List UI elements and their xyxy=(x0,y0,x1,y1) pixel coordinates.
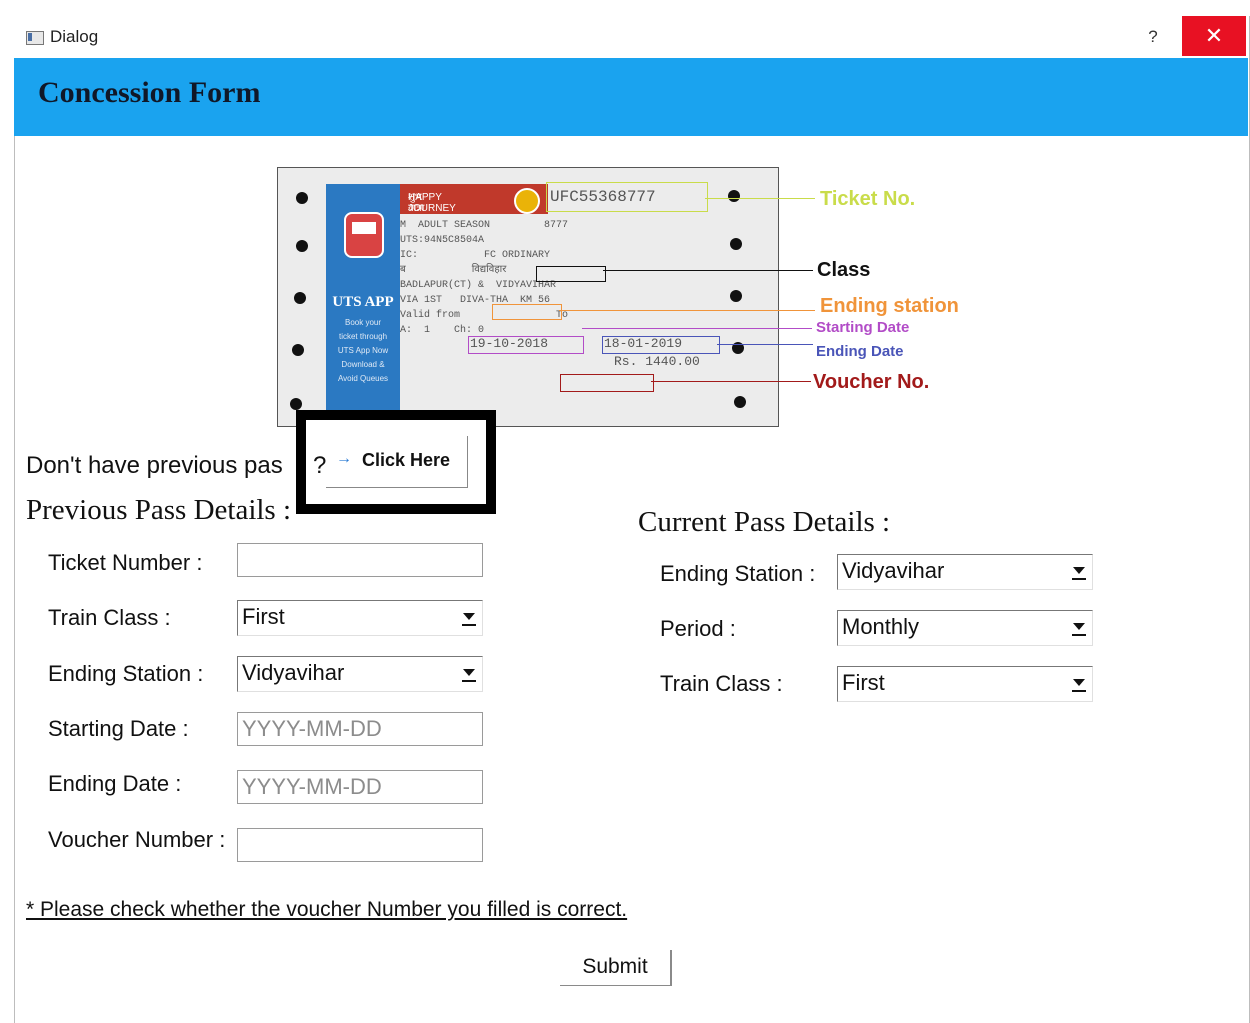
ticket-no-highlight xyxy=(546,182,708,212)
punch-hole xyxy=(296,240,308,252)
prev-ending-station-label: Ending Station : xyxy=(48,661,204,686)
click-here-label: Click Here xyxy=(362,450,451,470)
cur-train-class-value: First xyxy=(842,670,885,695)
fare-text: Rs. 1440.00 xyxy=(614,354,700,369)
period-value: Monthly xyxy=(842,614,920,639)
cur-train-class-select[interactable]: First xyxy=(837,666,1093,702)
voucher-number-label: Voucher Number : xyxy=(48,827,226,852)
voucher-callout-line xyxy=(651,381,811,382)
ticket-example-image: UTS APP Book your ticket through UTS App N… xyxy=(277,167,779,427)
close-button[interactable]: ✕ xyxy=(1182,16,1246,56)
voucher-warning-note: * Please check whether the voucher Numbe… xyxy=(26,898,628,921)
window-app-icon xyxy=(26,31,44,45)
form-header: Concession Form xyxy=(14,58,1248,136)
voucher-highlight xyxy=(560,374,654,392)
prev-ending-station-value: Vidyavihar xyxy=(242,660,345,685)
class-callout: Class xyxy=(817,259,871,281)
uts-app-text: UTS APP xyxy=(332,294,394,310)
voucher-callout: Voucher No. xyxy=(813,371,930,393)
class-highlight xyxy=(536,266,606,282)
previous-pass-title: Previous Pass Details : xyxy=(26,494,292,526)
ending-date-label: Ending Date : xyxy=(48,771,182,796)
cur-ending-station-select[interactable]: Vidyavihar xyxy=(837,554,1093,590)
current-pass-title: Current Pass Details : xyxy=(638,506,891,538)
prev-ending-station-select[interactable]: Vidyavihar xyxy=(237,656,483,692)
ending-date-highlight xyxy=(602,336,720,354)
chevron-down-icon[interactable] xyxy=(459,606,478,628)
ticket-number-label: Ticket Number : xyxy=(48,550,203,575)
punch-hole xyxy=(290,398,302,410)
chevron-down-icon[interactable] xyxy=(1069,560,1088,582)
starting-date-label: Starting Date : xyxy=(48,716,189,741)
punch-hole xyxy=(292,344,304,356)
ending-date-input[interactable] xyxy=(237,770,483,804)
cur-ending-station-label: Ending Station : xyxy=(660,561,816,586)
ticket-number-input[interactable] xyxy=(237,543,483,577)
ticket-no-callout: Ticket No. xyxy=(820,188,916,210)
form-title: Concession Form xyxy=(38,76,261,109)
prev-train-class-label: Train Class : xyxy=(48,605,171,630)
prev-train-class-select[interactable]: First xyxy=(237,600,483,636)
cur-ending-station-value: Vidyavihar xyxy=(842,558,945,583)
starting-date-input[interactable] xyxy=(237,712,483,746)
period-select[interactable]: Monthly xyxy=(837,610,1093,646)
punch-hole xyxy=(296,192,308,204)
ending-date-callout: Ending Date xyxy=(816,343,904,360)
chevron-down-icon[interactable] xyxy=(459,662,478,684)
punch-hole xyxy=(728,190,740,202)
ending-date-callout-line xyxy=(717,344,813,345)
submit-button[interactable]: Submit xyxy=(560,950,672,986)
uts-app-promo: Book your ticket through UTS App Now Downlo… xyxy=(337,318,389,383)
period-label: Period : xyxy=(660,616,736,641)
train-icon xyxy=(344,212,384,258)
prev-train-class-value: First xyxy=(242,604,285,629)
starting-date-highlight xyxy=(468,336,584,354)
ending-station-callout-line xyxy=(559,310,815,311)
click-here-button[interactable]: → Click Here xyxy=(326,436,468,488)
chevron-down-icon[interactable] xyxy=(1069,672,1088,694)
ending-station-callout: Ending station xyxy=(820,295,959,317)
starting-date-callout-line xyxy=(582,328,812,329)
no-previous-pass-text: Don't have previous pas xyxy=(26,452,283,479)
ticket-side-panel: UTS APP Book your ticket through UTS App N… xyxy=(326,184,400,420)
starting-date-callout: Starting Date xyxy=(816,319,910,336)
close-icon: ✕ xyxy=(1204,23,1224,48)
punch-hole xyxy=(294,292,306,304)
title-bar: Dialog ? ✕ xyxy=(14,16,1248,58)
railway-logo-icon xyxy=(514,188,540,214)
ticket-no-callout-line xyxy=(705,198,815,199)
ticket-header-english: HAPPY JOURNEY xyxy=(408,192,456,214)
help-button[interactable]: ? xyxy=(1134,20,1172,54)
no-previous-pass-question: ? xyxy=(313,452,327,479)
class-callout-line xyxy=(603,270,813,271)
window-title: Dialog xyxy=(50,27,99,46)
voucher-number-input[interactable] xyxy=(237,828,483,862)
chevron-down-icon[interactable] xyxy=(1069,616,1088,638)
ending-station-highlight xyxy=(492,304,562,320)
arrow-right-icon: → xyxy=(336,450,352,467)
cur-train-class-label: Train Class : xyxy=(660,671,783,696)
